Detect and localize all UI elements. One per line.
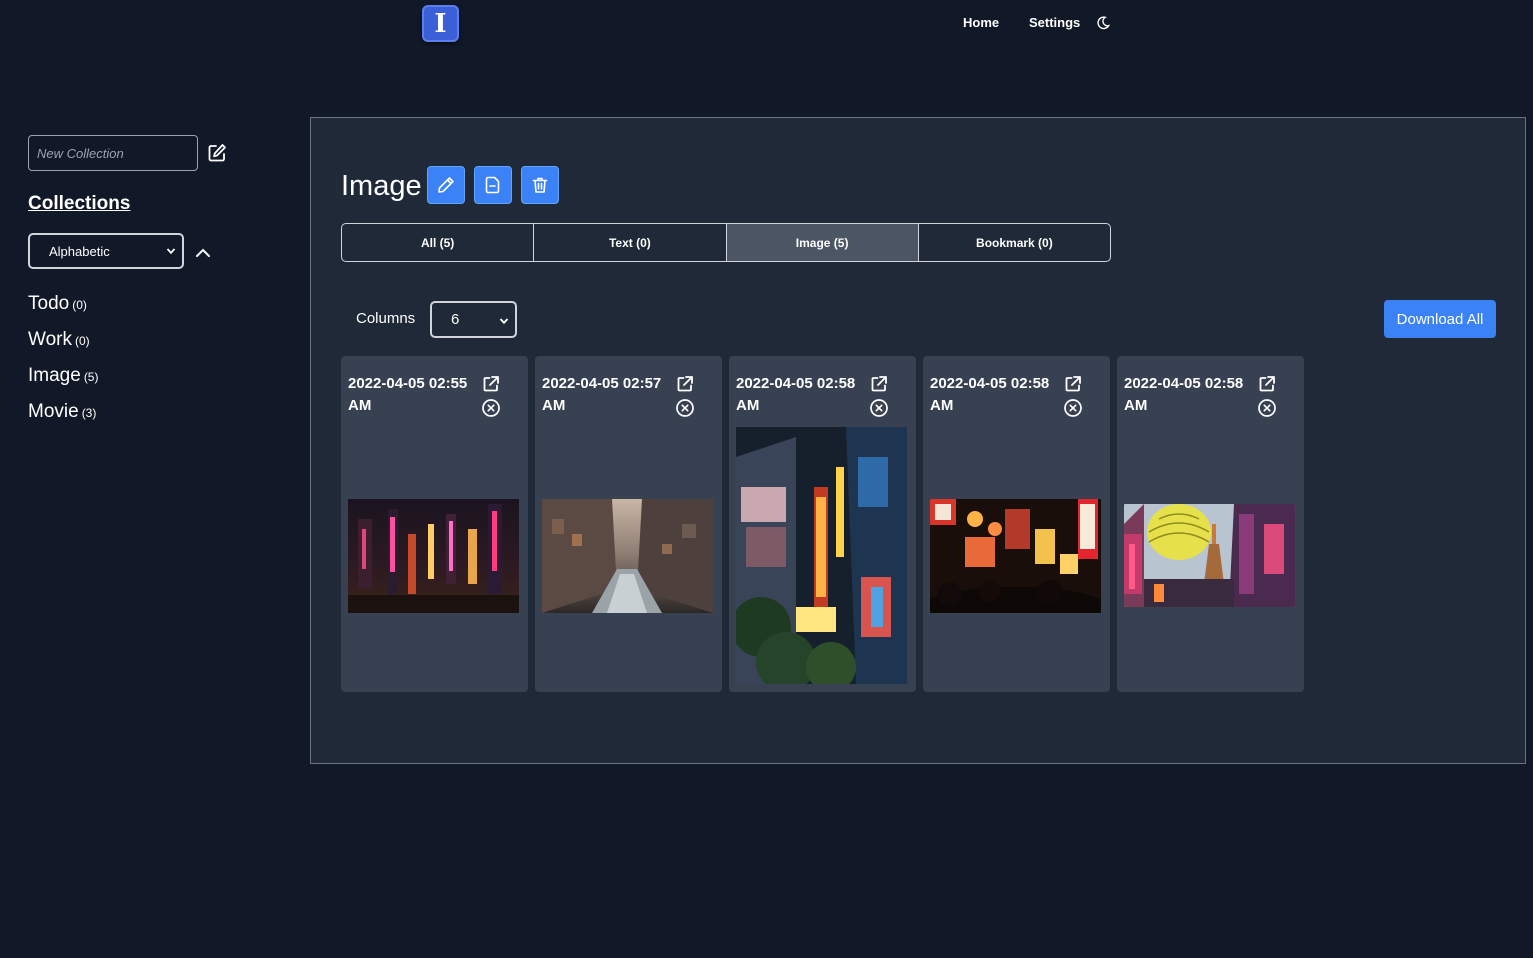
pencil-icon [438,177,454,193]
new-collection-input[interactable] [28,135,198,171]
external-link-icon[interactable] [1257,374,1277,394]
sort-select-value: Alphabetic [49,243,110,259]
image-card: 2022-04-05 02:57 AM [535,356,722,692]
app-logo[interactable]: I [422,5,459,42]
collection-name: Image [28,365,81,386]
columns-select[interactable]: 6 [430,301,517,338]
external-link-icon[interactable] [1063,374,1083,394]
columns-label: Columns [356,310,416,327]
close-circle-icon[interactable] [1063,398,1083,418]
chevron-up-icon[interactable] [195,247,211,259]
collection-count: (5) [83,370,99,384]
collection-item-todo[interactable]: Todo (0) [28,292,98,328]
chevron-down-icon [166,248,176,255]
close-circle-icon[interactable] [1257,398,1277,418]
card-date: 2022-04-05 02:58 AM [1124,375,1244,414]
columns-select-value: 6 [451,311,460,328]
card-date: 2022-04-05 02:57 AM [542,375,662,414]
new-collection-wrap [28,135,198,171]
add-note-button[interactable] [474,166,512,204]
nav-home-link[interactable]: Home [963,15,999,30]
card-image[interactable] [542,499,713,613]
tab-all[interactable]: All (5) [342,224,535,261]
tab-bookmark[interactable]: Bookmark (0) [919,224,1110,261]
delete-collection-button[interactable] [521,166,559,204]
image-card: 2022-04-05 02:58 AM [729,356,916,692]
collection-panel: Image All (5) Text (0) Image (5) Bookmar… [310,117,1526,764]
collection-item-work[interactable]: Work (0) [28,328,98,364]
moon-icon[interactable] [1096,16,1110,30]
collection-name: Movie [28,401,79,422]
close-circle-icon[interactable] [869,398,889,418]
page-title: Image [341,170,422,202]
collection-item-image[interactable]: Image (5) [28,364,98,400]
card-date: 2022-04-05 02:58 AM [930,375,1050,414]
trash-icon [532,177,548,193]
collections-title[interactable]: Collections [28,193,130,215]
collection-count: (0) [72,298,87,312]
logo-glyph: I [434,8,447,39]
image-card: 2022-04-05 02:58 AM [1117,356,1304,692]
document-icon [485,176,500,194]
external-link-icon[interactable] [675,374,695,394]
card-image[interactable] [930,499,1101,613]
collection-item-movie[interactable]: Movie (3) [28,400,98,436]
download-all-button[interactable]: Download All [1384,300,1496,338]
nav-settings-link[interactable]: Settings [1029,15,1080,30]
type-tabs: All (5) Text (0) Image (5) Bookmark (0) [341,223,1111,262]
sort-select[interactable]: Alphabetic [28,233,184,269]
collection-list: Todo (0) Work (0) Image (5) Movie (3) [28,292,98,436]
card-image[interactable] [348,499,519,613]
chevron-down-icon [499,318,509,325]
close-circle-icon[interactable] [481,398,501,418]
collection-count: (3) [81,406,97,420]
external-link-icon[interactable] [481,374,501,394]
tab-image[interactable]: Image (5) [726,224,919,261]
card-image[interactable] [1124,504,1295,607]
collection-name: Todo [28,293,70,314]
card-date: 2022-04-05 02:58 AM [736,375,856,414]
image-card: 2022-04-05 02:58 AM [923,356,1110,692]
card-image[interactable] [736,427,907,684]
edit-collection-button[interactable] [427,166,465,204]
card-date: 2022-04-05 02:55 AM [348,375,468,414]
create-collection-icon[interactable] [207,143,227,163]
collection-name: Work [28,329,72,350]
external-link-icon[interactable] [869,374,889,394]
close-circle-icon[interactable] [675,398,695,418]
image-card: 2022-04-05 02:55 AM [341,356,528,692]
tab-text[interactable]: Text (0) [534,224,727,261]
collection-count: (0) [74,334,90,348]
